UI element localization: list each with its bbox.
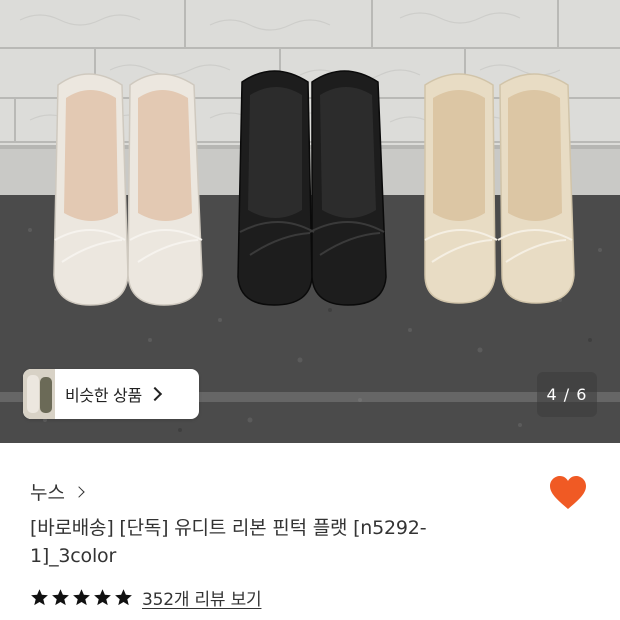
similar-products-button[interactable]: 비슷한 상품 xyxy=(23,369,199,419)
product-title: [바로배송] [단독] 유디트 리본 핀턱 플랫 [n5292- 1]_3col… xyxy=(30,514,480,570)
star-icon xyxy=(52,589,69,606)
image-page-indicator: 4 / 6 xyxy=(537,372,597,417)
rating-stars xyxy=(30,588,133,607)
brand-name: 누스 xyxy=(30,482,65,504)
star-icon xyxy=(73,589,90,606)
product-rating: 352개 리뷰 보기 xyxy=(30,585,262,610)
product-title-line1: [바로배송] [단독] 유디트 리본 핀턱 플랫 [n5292- xyxy=(30,517,427,539)
star-icon xyxy=(115,589,132,606)
star-icon xyxy=(94,589,111,606)
product-image-gallery[interactable]: 비슷한 상품 4 / 6 xyxy=(0,0,620,443)
chevron-right-icon xyxy=(147,386,162,402)
black-shoe-pair xyxy=(237,70,387,306)
favorite-heart-icon[interactable] xyxy=(548,474,588,514)
star-icon xyxy=(31,589,48,606)
review-count-link[interactable]: 352개 리뷰 보기 xyxy=(142,585,262,610)
brand-link[interactable]: 누스 xyxy=(30,478,85,505)
chevron-right-icon xyxy=(73,485,85,498)
similar-products-label: 비슷한 상품 xyxy=(65,386,142,405)
product-title-line2: 1]_3color xyxy=(30,545,117,567)
similar-product-thumbnail xyxy=(23,369,55,419)
